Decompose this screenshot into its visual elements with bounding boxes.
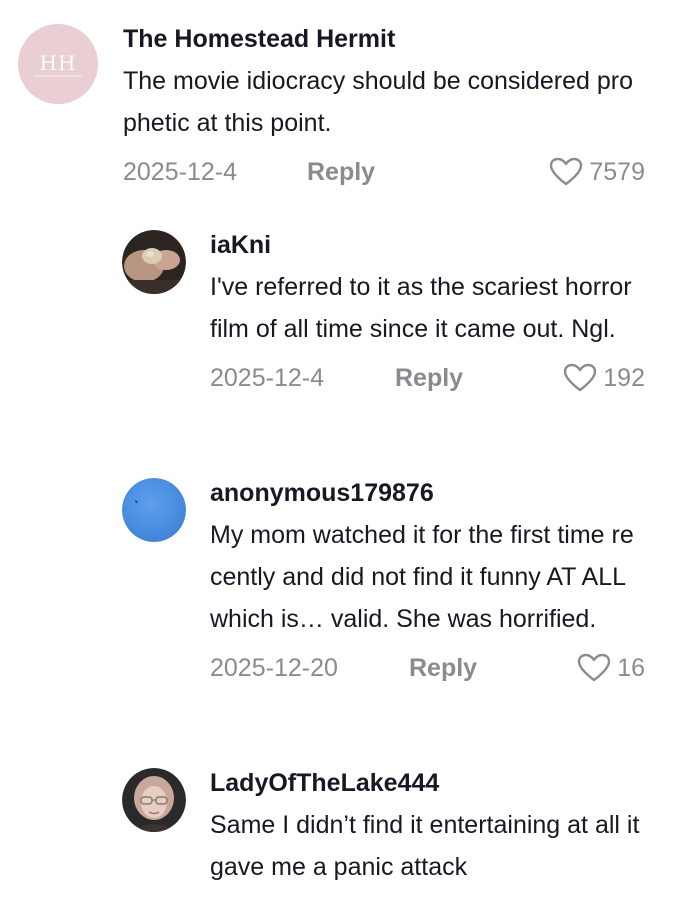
like-count: 16 (617, 654, 645, 682)
heart-icon (550, 157, 583, 186)
heart-icon (577, 653, 611, 682)
comment-date: 2025-12-4 (123, 158, 237, 186)
comment-text: I've referred to it as the scariest horr… (210, 273, 632, 343)
like-button[interactable]: 192 (563, 358, 645, 398)
avatar[interactable] (122, 768, 186, 832)
reply-button[interactable]: Reply (307, 152, 375, 192)
comment-text: The movie idiocracy should be considered… (123, 67, 633, 137)
avatar-logo-text: HH (40, 51, 77, 75)
comment-meta: 2025-12-4 Reply 192 (210, 358, 645, 398)
like-button[interactable]: 7579 (549, 152, 645, 192)
heart-icon (564, 363, 597, 392)
comment-username[interactable]: LadyOfTheLake444 (210, 768, 645, 798)
comment-username[interactable]: The Homestead Hermit (123, 24, 645, 54)
comment-date: 2025-12-20 (210, 654, 338, 682)
comment-body: anonymous179876 My mom watched it for th… (210, 478, 645, 688)
avatar[interactable]: HH (18, 24, 98, 104)
woman-portrait-avatar-icon (122, 768, 186, 832)
comment-date: 2025-12-4 (210, 364, 324, 392)
like-count: 192 (603, 364, 645, 392)
comment-text: My mom watched it for the first time rec… (210, 521, 634, 633)
comment-username[interactable]: anonymous179876 (210, 478, 645, 508)
reply-button[interactable]: Reply (395, 358, 463, 398)
avatar[interactable] (122, 230, 186, 294)
hand-photo-avatar-icon (122, 230, 186, 294)
comment-body: LadyOfTheLake444 Same I didn’t find it e… (210, 768, 645, 888)
comment-username[interactable]: iaKni (210, 230, 645, 260)
comment-meta: 2025-12-4 Reply 7579 (123, 152, 645, 192)
comment-text: Same I didn’t find it entertaining at al… (210, 811, 640, 881)
comment-body: The Homestead Hermit The movie idiocracy… (123, 24, 645, 192)
avatar[interactable] (122, 478, 186, 542)
reply-button[interactable]: Reply (409, 648, 477, 688)
comment-body: iaKni I've referred to it as the scaries… (210, 230, 645, 398)
blue-sky-avatar-icon (122, 478, 186, 542)
like-count: 7579 (589, 158, 645, 186)
comment-meta: 2025-12-20 Reply 16 (210, 648, 645, 688)
like-button[interactable]: 16 (577, 648, 645, 688)
homestead-hermit-logo-icon: HH (18, 24, 98, 104)
